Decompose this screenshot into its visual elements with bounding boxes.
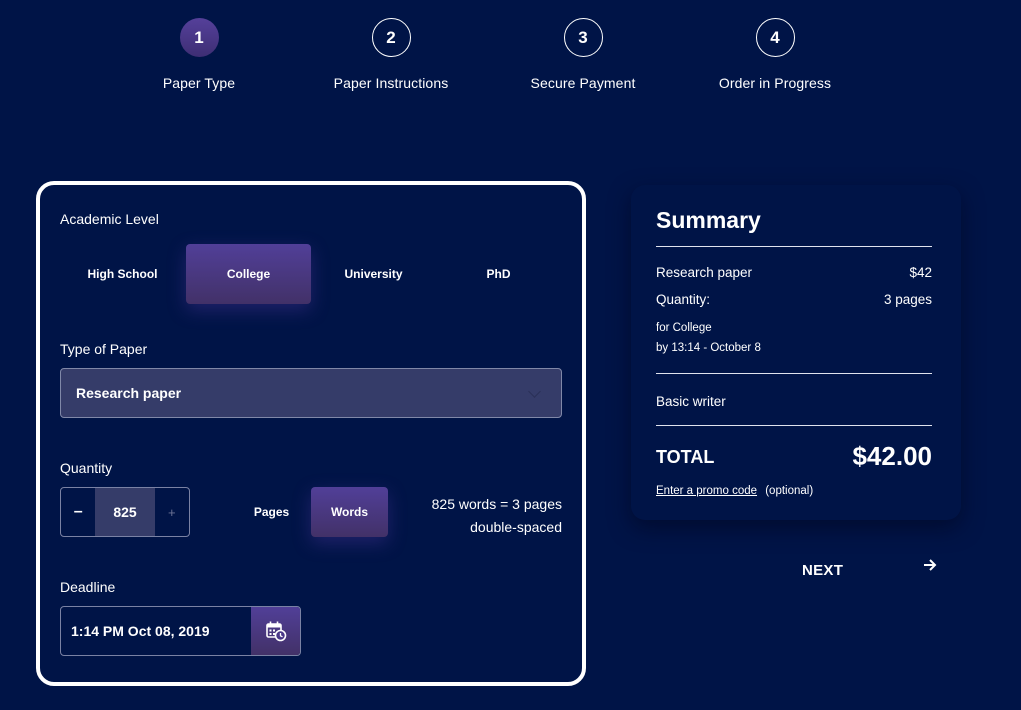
promo-optional-note: (optional) bbox=[765, 485, 814, 497]
next-label: NEXT bbox=[802, 561, 844, 579]
summary-row-writer: Basic writer bbox=[656, 394, 932, 409]
conversion-line: 825 words = 3 pages bbox=[431, 496, 562, 512]
decrement-button[interactable]: – bbox=[61, 488, 95, 536]
step-number-badge: 3 bbox=[563, 18, 603, 57]
quantity-summary-label: Quantity: bbox=[656, 292, 711, 307]
paper-type-label: Type of Paper bbox=[60, 341, 148, 357]
quantity-summary-value: 3 pages bbox=[883, 292, 932, 307]
calendar-button[interactable] bbox=[251, 607, 300, 655]
deadline-label: Deadline bbox=[60, 579, 116, 595]
quantity-input[interactable]: 825 bbox=[95, 488, 155, 536]
quantity-conversion-note: 825 words = 3 pages double-spaced bbox=[432, 493, 562, 539]
deadline-note: by 13:14 - October 8 bbox=[656, 342, 761, 354]
total-value: $42.00 bbox=[852, 441, 932, 471]
paper-type-value: Research paper bbox=[76, 385, 182, 401]
next-button[interactable]: NEXT bbox=[780, 555, 945, 585]
step-order-in-progress[interactable]: 4 Order in Progress bbox=[685, 18, 865, 91]
divider bbox=[656, 246, 932, 247]
summary-row-quantity: Quantity: 3 pages bbox=[656, 292, 932, 307]
promo-section: Enter a promo code (optional) bbox=[656, 485, 813, 497]
step-label: Paper Type bbox=[162, 75, 236, 91]
step-label: Paper Instructions bbox=[333, 75, 449, 91]
deadline-input[interactable]: 1:14 PM Oct 08, 2019 bbox=[61, 607, 251, 655]
writer-level: Basic writer bbox=[656, 394, 726, 409]
summary-row-paper: Research paper $42 bbox=[656, 265, 932, 280]
increment-button[interactable]: + bbox=[155, 488, 189, 536]
step-secure-payment[interactable]: 3 Secure Payment bbox=[493, 18, 673, 91]
promo-code-link[interactable]: Enter a promo code bbox=[656, 485, 757, 497]
arrow-right-icon bbox=[923, 558, 937, 577]
paper-type-select[interactable]: Research paper bbox=[60, 368, 562, 418]
quantity-label: Quantity bbox=[60, 460, 113, 476]
step-number-badge: 1 bbox=[179, 18, 219, 57]
conversion-line: double-spaced bbox=[470, 519, 562, 535]
level-note: for College bbox=[656, 322, 712, 334]
level-option-high-school[interactable]: High School bbox=[60, 244, 185, 304]
level-option-college[interactable]: College bbox=[186, 244, 311, 304]
step-label: Secure Payment bbox=[530, 75, 636, 91]
paper-type-summary: Research paper bbox=[656, 265, 753, 280]
calendar-clock-icon bbox=[265, 621, 286, 642]
divider bbox=[656, 425, 932, 426]
chevron-down-icon bbox=[528, 385, 541, 398]
summary-details: for College by 13:14 - October 8 bbox=[656, 318, 761, 358]
order-form-card: Academic Level High School College Unive… bbox=[36, 181, 586, 686]
deadline-field: 1:14 PM Oct 08, 2019 bbox=[60, 606, 301, 656]
academic-level-label: Academic Level bbox=[60, 211, 159, 227]
level-option-university[interactable]: University bbox=[311, 244, 436, 304]
order-summary-card: Summary Research paper $42 Quantity: 3 p… bbox=[631, 185, 961, 520]
step-number-badge: 4 bbox=[755, 18, 795, 57]
unit-option-words[interactable]: Words bbox=[311, 487, 388, 537]
paper-price: $42 bbox=[909, 265, 932, 280]
step-label: Order in Progress bbox=[718, 75, 832, 91]
step-paper-instructions[interactable]: 2 Paper Instructions bbox=[301, 18, 481, 91]
step-paper-type[interactable]: 1 Paper Type bbox=[109, 18, 289, 91]
divider bbox=[656, 373, 932, 374]
unit-option-pages[interactable]: Pages bbox=[233, 487, 310, 537]
level-option-phd[interactable]: PhD bbox=[436, 244, 561, 304]
summary-title: Summary bbox=[656, 207, 761, 233]
total-label: TOTAL bbox=[656, 447, 715, 467]
step-number-badge: 2 bbox=[371, 18, 411, 57]
quantity-stepper: – 825 + bbox=[60, 487, 190, 537]
